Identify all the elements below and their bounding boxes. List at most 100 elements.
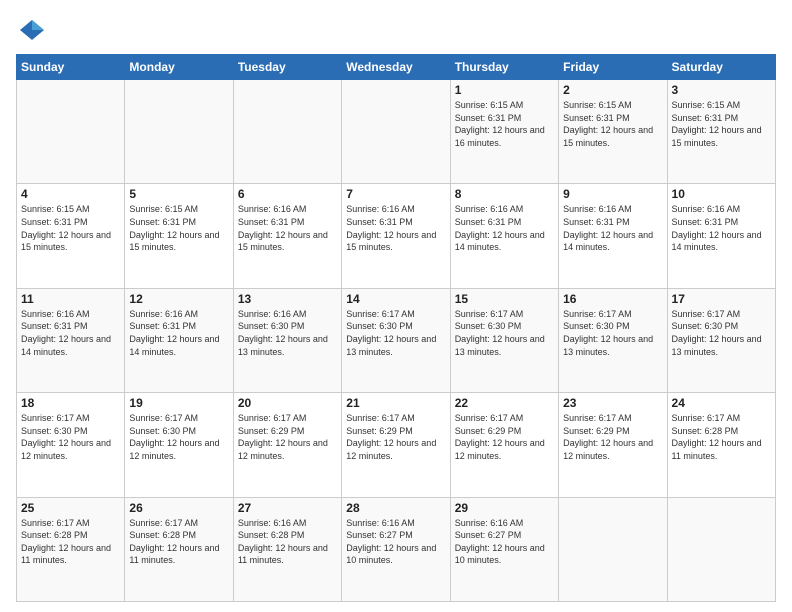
calendar-day-cell: 3 Sunrise: 6:15 AM Sunset: 6:31 PM Daylig… [667, 80, 775, 184]
calendar-header-row: SundayMondayTuesdayWednesdayThursdayFrid… [17, 55, 776, 80]
day-info: Sunrise: 6:17 AM Sunset: 6:28 PM Dayligh… [672, 412, 771, 462]
calendar-day-cell: 19Sunrise: 6:17 AM Sunset: 6:30 PM Dayli… [125, 393, 233, 497]
day-number: 26 [129, 501, 228, 515]
day-info: Sunrise: 6:16 AM Sunset: 6:27 PM Dayligh… [455, 517, 554, 567]
day-number: 11 [21, 292, 120, 306]
day-number: 10 [672, 187, 771, 201]
day-number: 16 [563, 292, 662, 306]
day-number: 22 [455, 396, 554, 410]
day-number: 5 [129, 187, 228, 201]
day-info: Sunrise: 6:16 AM Sunset: 6:31 PM Dayligh… [563, 203, 662, 253]
day-number: 28 [346, 501, 445, 515]
day-info: Sunrise: 6:16 AM Sunset: 6:31 PM Dayligh… [672, 203, 771, 253]
day-number: 15 [455, 292, 554, 306]
day-number: 12 [129, 292, 228, 306]
calendar-day-cell: 22 Sunrise: 6:17 AM Sunset: 6:29 PM Dayli… [450, 393, 558, 497]
calendar-day-header: Friday [559, 55, 667, 80]
calendar-day-cell [233, 80, 341, 184]
day-number: 4 [21, 187, 120, 201]
calendar-day-header: Tuesday [233, 55, 341, 80]
calendar-day-cell: 6 Sunrise: 6:16 AM Sunset: 6:31 PM Daylig… [233, 184, 341, 288]
calendar-day-cell [667, 497, 775, 601]
calendar-day-cell: 12 Sunrise: 6:16 AM Sunset: 6:31 PM Dayli… [125, 288, 233, 392]
calendar-day-header: Saturday [667, 55, 775, 80]
day-info: Sunrise: 6:16 AM Sunset: 6:31 PM Dayligh… [346, 203, 445, 253]
calendar-week-row: 18Sunrise: 6:17 AM Sunset: 6:30 PM Dayli… [17, 393, 776, 497]
day-info: Sunrise: 6:16 AM Sunset: 6:27 PM Dayligh… [346, 517, 445, 567]
day-info: Sunrise: 6:15 AM Sunset: 6:31 PM Dayligh… [672, 99, 771, 149]
day-info: Sunrise: 6:17 AM Sunset: 6:30 PM Dayligh… [672, 308, 771, 358]
calendar-week-row: 25Sunrise: 6:17 AM Sunset: 6:28 PM Dayli… [17, 497, 776, 601]
day-info: Sunrise: 6:17 AM Sunset: 6:30 PM Dayligh… [346, 308, 445, 358]
calendar-day-cell: 24Sunrise: 6:17 AM Sunset: 6:28 PM Dayli… [667, 393, 775, 497]
calendar-day-cell: 17 Sunrise: 6:17 AM Sunset: 6:30 PM Dayli… [667, 288, 775, 392]
day-number: 27 [238, 501, 337, 515]
calendar-day-header: Monday [125, 55, 233, 80]
day-info: Sunrise: 6:15 AM Sunset: 6:31 PM Dayligh… [129, 203, 228, 253]
calendar-day-cell: 21Sunrise: 6:17 AM Sunset: 6:29 PM Dayli… [342, 393, 450, 497]
header [16, 16, 776, 44]
logo-icon [18, 16, 46, 44]
calendar-day-cell: 13 Sunrise: 6:16 AM Sunset: 6:30 PM Dayli… [233, 288, 341, 392]
calendar-day-cell: 7 Sunrise: 6:16 AM Sunset: 6:31 PM Daylig… [342, 184, 450, 288]
calendar-day-cell [125, 80, 233, 184]
day-info: Sunrise: 6:17 AM Sunset: 6:29 PM Dayligh… [238, 412, 337, 462]
day-info: Sunrise: 6:16 AM Sunset: 6:31 PM Dayligh… [455, 203, 554, 253]
calendar-day-cell: 15 Sunrise: 6:17 AM Sunset: 6:30 PM Dayli… [450, 288, 558, 392]
calendar-day-cell: 18Sunrise: 6:17 AM Sunset: 6:30 PM Dayli… [17, 393, 125, 497]
calendar-week-row: 11 Sunrise: 6:16 AM Sunset: 6:31 PM Dayli… [17, 288, 776, 392]
day-number: 13 [238, 292, 337, 306]
day-info: Sunrise: 6:15 AM Sunset: 6:31 PM Dayligh… [21, 203, 120, 253]
day-info: Sunrise: 6:17 AM Sunset: 6:28 PM Dayligh… [21, 517, 120, 567]
day-info: Sunrise: 6:15 AM Sunset: 6:31 PM Dayligh… [455, 99, 554, 149]
calendar-day-header: Wednesday [342, 55, 450, 80]
calendar-day-cell: 10 Sunrise: 6:16 AM Sunset: 6:31 PM Dayli… [667, 184, 775, 288]
day-info: Sunrise: 6:16 AM Sunset: 6:31 PM Dayligh… [238, 203, 337, 253]
calendar-day-cell [342, 80, 450, 184]
day-number: 23 [563, 396, 662, 410]
day-info: Sunrise: 6:17 AM Sunset: 6:29 PM Dayligh… [563, 412, 662, 462]
day-info: Sunrise: 6:17 AM Sunset: 6:29 PM Dayligh… [455, 412, 554, 462]
calendar-day-cell: 28 Sunrise: 6:16 AM Sunset: 6:27 PM Dayli… [342, 497, 450, 601]
calendar-day-cell: 23 Sunrise: 6:17 AM Sunset: 6:29 PM Dayli… [559, 393, 667, 497]
day-info: Sunrise: 6:16 AM Sunset: 6:28 PM Dayligh… [238, 517, 337, 567]
calendar-day-cell: 9Sunrise: 6:16 AM Sunset: 6:31 PM Daylig… [559, 184, 667, 288]
day-info: Sunrise: 6:17 AM Sunset: 6:30 PM Dayligh… [455, 308, 554, 358]
day-number: 3 [672, 83, 771, 97]
day-number: 17 [672, 292, 771, 306]
calendar-day-cell [17, 80, 125, 184]
day-info: Sunrise: 6:16 AM Sunset: 6:31 PM Dayligh… [21, 308, 120, 358]
calendar-week-row: 1 Sunrise: 6:15 AM Sunset: 6:31 PM Daylig… [17, 80, 776, 184]
day-info: Sunrise: 6:16 AM Sunset: 6:31 PM Dayligh… [129, 308, 228, 358]
calendar-day-cell: 16 Sunrise: 6:17 AM Sunset: 6:30 PM Dayli… [559, 288, 667, 392]
day-info: Sunrise: 6:15 AM Sunset: 6:31 PM Dayligh… [563, 99, 662, 149]
day-info: Sunrise: 6:17 AM Sunset: 6:30 PM Dayligh… [563, 308, 662, 358]
calendar-table: SundayMondayTuesdayWednesdayThursdayFrid… [16, 54, 776, 602]
calendar-day-cell: 14Sunrise: 6:17 AM Sunset: 6:30 PM Dayli… [342, 288, 450, 392]
calendar-day-cell: 29 Sunrise: 6:16 AM Sunset: 6:27 PM Dayli… [450, 497, 558, 601]
day-number: 18 [21, 396, 120, 410]
day-number: 1 [455, 83, 554, 97]
day-number: 29 [455, 501, 554, 515]
day-number: 20 [238, 396, 337, 410]
calendar-week-row: 4 Sunrise: 6:15 AM Sunset: 6:31 PM Daylig… [17, 184, 776, 288]
day-number: 2 [563, 83, 662, 97]
calendar-day-cell: 20 Sunrise: 6:17 AM Sunset: 6:29 PM Dayli… [233, 393, 341, 497]
calendar-day-cell: 2 Sunrise: 6:15 AM Sunset: 6:31 PM Daylig… [559, 80, 667, 184]
page: SundayMondayTuesdayWednesdayThursdayFrid… [0, 0, 792, 612]
calendar-day-cell: 26 Sunrise: 6:17 AM Sunset: 6:28 PM Dayli… [125, 497, 233, 601]
calendar-day-cell: 1 Sunrise: 6:15 AM Sunset: 6:31 PM Daylig… [450, 80, 558, 184]
day-number: 8 [455, 187, 554, 201]
day-info: Sunrise: 6:16 AM Sunset: 6:30 PM Dayligh… [238, 308, 337, 358]
day-number: 6 [238, 187, 337, 201]
calendar-day-cell: 27 Sunrise: 6:16 AM Sunset: 6:28 PM Dayli… [233, 497, 341, 601]
calendar-day-cell: 4 Sunrise: 6:15 AM Sunset: 6:31 PM Daylig… [17, 184, 125, 288]
day-number: 7 [346, 187, 445, 201]
calendar-day-header: Thursday [450, 55, 558, 80]
day-info: Sunrise: 6:17 AM Sunset: 6:28 PM Dayligh… [129, 517, 228, 567]
calendar-day-cell [559, 497, 667, 601]
day-number: 19 [129, 396, 228, 410]
day-info: Sunrise: 6:17 AM Sunset: 6:29 PM Dayligh… [346, 412, 445, 462]
calendar-day-cell: 25Sunrise: 6:17 AM Sunset: 6:28 PM Dayli… [17, 497, 125, 601]
calendar-day-cell: 11 Sunrise: 6:16 AM Sunset: 6:31 PM Dayli… [17, 288, 125, 392]
